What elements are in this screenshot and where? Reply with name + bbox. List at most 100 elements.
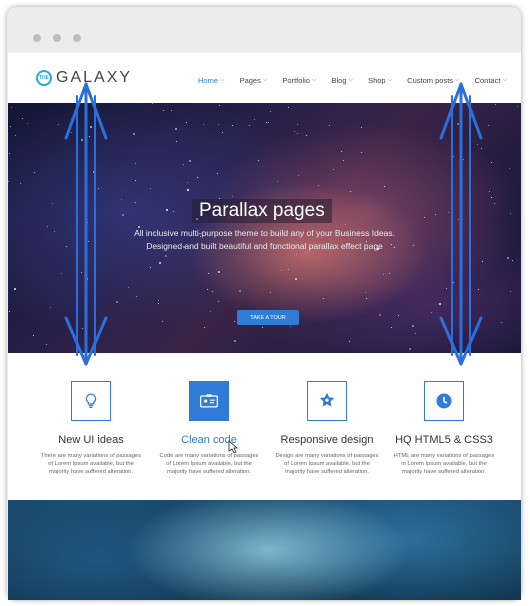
star-dot	[159, 262, 161, 264]
feature-description: Code are many variations of passages of …	[159, 453, 259, 475]
star-dot	[412, 325, 414, 327]
feature-title: Responsive design	[280, 434, 374, 446]
star-dot	[50, 307, 51, 308]
star-dot	[296, 254, 297, 255]
star-dot	[218, 124, 219, 125]
star-dot	[350, 191, 351, 192]
star-dot	[207, 289, 208, 290]
take-a-tour-button[interactable]: TAKE A TOUR	[237, 310, 299, 325]
star-dot	[9, 153, 10, 154]
star-dot	[171, 110, 172, 111]
lightbulb-icon[interactable]	[71, 381, 111, 421]
star-dot	[439, 303, 441, 305]
star-dot	[11, 107, 12, 108]
star-dot	[384, 186, 385, 187]
clock-icon[interactable]	[424, 381, 464, 421]
star-dot	[452, 190, 453, 191]
chevron-down-icon: ⌵	[348, 77, 354, 83]
nav-item-pages[interactable]: Pages ⌵	[240, 76, 268, 85]
nav-label: Blog	[331, 76, 347, 85]
minimize-dot-icon[interactable]	[53, 34, 61, 42]
star-dot	[98, 188, 99, 189]
star-dot	[20, 183, 21, 184]
star-dot	[27, 123, 28, 124]
star-dot	[90, 126, 92, 128]
star-dot	[234, 321, 235, 322]
star-dot	[288, 107, 289, 108]
nav-item-home[interactable]: Home ⌵	[198, 76, 225, 85]
star-dot	[329, 125, 330, 126]
star-dot	[366, 298, 367, 299]
star-dot	[33, 335, 34, 336]
star-dot	[262, 327, 263, 328]
star-dot	[121, 199, 122, 200]
star-dot	[15, 135, 16, 136]
star-dot	[162, 321, 163, 322]
id-card-icon[interactable]	[189, 381, 229, 421]
star-dot	[482, 261, 483, 262]
star-dot	[22, 118, 23, 119]
star-dot	[232, 125, 233, 126]
star-dot	[150, 267, 151, 268]
star-dot	[491, 162, 492, 163]
chevron-down-icon: ⌵	[387, 77, 393, 83]
star-dot	[297, 133, 298, 134]
star-dot	[290, 326, 291, 327]
nav-item-custom-posts[interactable]: Custom posts ⌵	[407, 76, 459, 85]
star-dot	[187, 182, 188, 183]
star-dot	[297, 124, 298, 125]
star-dot	[204, 327, 205, 328]
nav-item-portfolio[interactable]: Portfolio ⌵	[282, 76, 316, 85]
star-dot	[187, 189, 189, 191]
star-dot	[218, 301, 219, 302]
star-dot	[306, 135, 307, 136]
nav-label: Shop	[368, 76, 386, 85]
star-dot	[158, 303, 159, 304]
feature-description: Design are many variations of passages o…	[275, 453, 379, 475]
star-shield-icon[interactable]	[307, 381, 347, 421]
nav-item-contact[interactable]: Contact ⌵	[475, 76, 507, 85]
star-dot	[77, 143, 78, 144]
maximize-dot-icon[interactable]	[73, 34, 81, 42]
star-dot	[409, 348, 411, 350]
star-dot	[341, 151, 342, 152]
feature-clean-code: Clean code Code are many variations of p…	[149, 381, 269, 476]
star-dot	[81, 139, 83, 141]
star-dot	[510, 291, 511, 292]
star-dot	[361, 127, 362, 128]
star-dot	[349, 341, 350, 342]
nav-item-shop[interactable]: Shop ⌵	[368, 76, 392, 85]
star-dot	[186, 122, 187, 123]
star-dot	[135, 180, 136, 181]
chevron-down-icon: ⌵	[502, 77, 508, 83]
star-dot	[509, 168, 510, 169]
star-dot	[176, 141, 177, 142]
star-dot	[47, 226, 48, 227]
star-dot	[203, 124, 204, 125]
star-dot	[448, 212, 449, 213]
star-dot	[517, 106, 518, 107]
star-dot	[477, 144, 478, 145]
nav-item-blog[interactable]: Blog ⌵	[332, 76, 354, 85]
star-dot	[183, 164, 184, 165]
star-dot	[166, 209, 168, 211]
feature-title: Clean code	[181, 434, 237, 446]
close-dot-icon[interactable]	[33, 34, 41, 42]
star-dot	[150, 188, 151, 189]
star-dot	[158, 300, 159, 301]
star-dot	[398, 315, 399, 316]
star-dot	[266, 122, 267, 123]
star-dot	[424, 217, 425, 218]
star-dot	[34, 172, 35, 173]
chevron-down-icon: ⌵	[455, 77, 460, 83]
star-dot	[491, 197, 492, 198]
bottom-nebula-banner	[8, 500, 521, 600]
star-dot	[295, 278, 297, 280]
star-dot	[222, 132, 223, 133]
hero-subtitle-line-2: Designed and built beautiful and functio…	[146, 241, 383, 251]
star-dot	[165, 255, 167, 257]
star-dot	[478, 289, 479, 290]
site-logo[interactable]: THE GALAXY	[36, 69, 132, 87]
star-dot	[218, 271, 220, 273]
features-section: New UI ideas There are many variations o…	[8, 353, 521, 503]
